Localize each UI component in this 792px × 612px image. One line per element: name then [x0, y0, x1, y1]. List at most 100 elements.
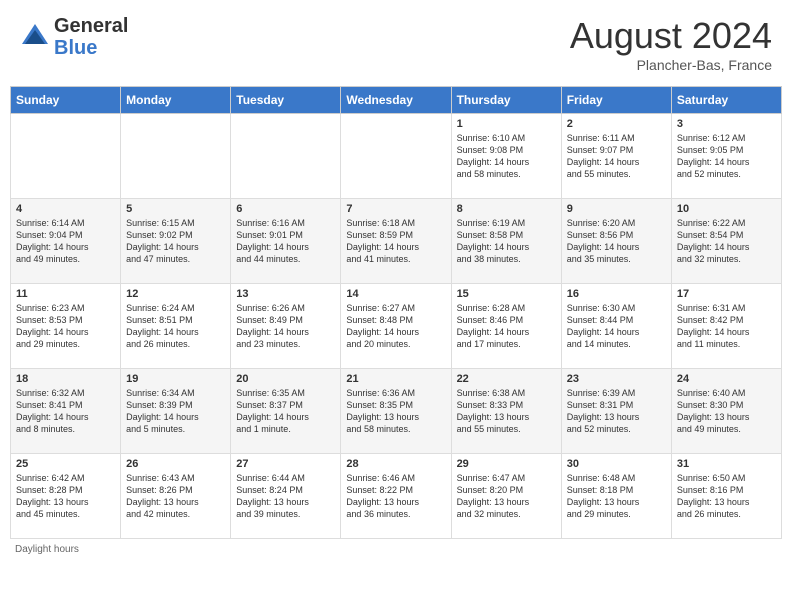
calendar-cell: 31 Sunrise: 6:50 AM Sunset: 8:16 PM Dayli… [671, 454, 781, 539]
calendar-cell: 11 Sunrise: 6:23 AM Sunset: 8:53 PM Dayli… [11, 284, 121, 369]
day-info: Sunrise: 6:39 AM Sunset: 8:31 PM Dayligh… [567, 387, 666, 436]
day-info: Sunrise: 6:26 AM Sunset: 8:49 PM Dayligh… [236, 302, 335, 351]
day-number: 23 [567, 373, 666, 385]
calendar-header-row: SundayMondayTuesdayWednesdayThursdayFrid… [11, 87, 782, 114]
calendar-cell: 1 Sunrise: 6:10 AM Sunset: 9:08 PM Daylig… [451, 114, 561, 199]
day-info: Sunrise: 6:15 AM Sunset: 9:02 PM Dayligh… [126, 217, 225, 266]
day-header-wednesday: Wednesday [341, 87, 451, 114]
day-info: Sunrise: 6:38 AM Sunset: 8:33 PM Dayligh… [457, 387, 556, 436]
day-info: Sunrise: 6:50 AM Sunset: 8:16 PM Dayligh… [677, 472, 776, 521]
day-number: 7 [346, 203, 445, 215]
day-info: Sunrise: 6:46 AM Sunset: 8:22 PM Dayligh… [346, 472, 445, 521]
day-number: 22 [457, 373, 556, 385]
calendar-cell [11, 114, 121, 199]
day-info: Sunrise: 6:34 AM Sunset: 8:39 PM Dayligh… [126, 387, 225, 436]
calendar-cell: 26Sunrise: 6:43 AM Sunset: 8:26 PM Dayli… [121, 454, 231, 539]
day-info: Sunrise: 6:20 AM Sunset: 8:56 PM Dayligh… [567, 217, 666, 266]
day-header-friday: Friday [561, 87, 671, 114]
logo-icon [20, 22, 50, 52]
day-number: 13 [236, 288, 335, 300]
day-info: Sunrise: 6:16 AM Sunset: 9:01 PM Dayligh… [236, 217, 335, 266]
day-info: Sunrise: 6:24 AM Sunset: 8:51 PM Dayligh… [126, 302, 225, 351]
calendar-cell: 29Sunrise: 6:47 AM Sunset: 8:20 PM Dayli… [451, 454, 561, 539]
day-number: 11 [16, 288, 115, 300]
calendar-cell: 28 Sunrise: 6:46 AM Sunset: 8:22 PM Dayli… [341, 454, 451, 539]
calendar-cell: 20 Sunrise: 6:35 AM Sunset: 8:37 PM Dayli… [231, 369, 341, 454]
day-info: Sunrise: 6:14 AM Sunset: 9:04 PM Dayligh… [16, 217, 115, 266]
day-number: 15 [457, 288, 556, 300]
day-header-monday: Monday [121, 87, 231, 114]
day-info: Sunrise: 6:12 AM Sunset: 9:05 PM Dayligh… [677, 132, 776, 181]
day-number: 28 [346, 458, 445, 470]
day-info: Sunrise: 6:43 AM Sunset: 8:26 PM Dayligh… [126, 472, 225, 521]
calendar-week-row: 1 Sunrise: 6:10 AM Sunset: 9:08 PM Daylig… [11, 114, 782, 199]
calendar-cell [121, 114, 231, 199]
calendar-cell: 10 Sunrise: 6:22 AM Sunset: 8:54 PM Dayli… [671, 199, 781, 284]
day-number: 6 [236, 203, 335, 215]
day-info: Sunrise: 6:19 AM Sunset: 8:58 PM Dayligh… [457, 217, 556, 266]
location: Plancher-Bas, France [570, 57, 772, 73]
day-info: Sunrise: 6:40 AM Sunset: 8:30 PM Dayligh… [677, 387, 776, 436]
day-number: 17 [677, 288, 776, 300]
logo: General Blue [20, 15, 128, 59]
calendar-cell: 9 Sunrise: 6:20 AM Sunset: 8:56 PM Daylig… [561, 199, 671, 284]
calendar-cell: 5Sunrise: 6:15 AM Sunset: 9:02 PM Daylig… [121, 199, 231, 284]
day-info: Sunrise: 6:28 AM Sunset: 8:46 PM Dayligh… [457, 302, 556, 351]
day-info: Sunrise: 6:36 AM Sunset: 8:35 PM Dayligh… [346, 387, 445, 436]
day-number: 16 [567, 288, 666, 300]
day-header-sunday: Sunday [11, 87, 121, 114]
day-number: 27 [236, 458, 335, 470]
calendar-cell: 12 Sunrise: 6:24 AM Sunset: 8:51 PM Dayli… [121, 284, 231, 369]
calendar-cell: 19 Sunrise: 6:34 AM Sunset: 8:39 PM Dayli… [121, 369, 231, 454]
calendar-cell: 27Sunrise: 6:44 AM Sunset: 8:24 PM Dayli… [231, 454, 341, 539]
day-info: Sunrise: 6:18 AM Sunset: 8:59 PM Dayligh… [346, 217, 445, 266]
month-title: August 2024 [570, 15, 772, 57]
day-info: Sunrise: 6:10 AM Sunset: 9:08 PM Dayligh… [457, 132, 556, 181]
calendar-cell: 18 Sunrise: 6:32 AM Sunset: 8:41 PM Dayli… [11, 369, 121, 454]
day-info: Sunrise: 6:48 AM Sunset: 8:18 PM Dayligh… [567, 472, 666, 521]
calendar-cell [341, 114, 451, 199]
calendar-cell: 25Sunrise: 6:42 AM Sunset: 8:28 PM Dayli… [11, 454, 121, 539]
logo-blue-text: Blue [54, 37, 128, 59]
calendar-cell: 15 Sunrise: 6:28 AM Sunset: 8:46 PM Dayli… [451, 284, 561, 369]
calendar-cell: 17 Sunrise: 6:31 AM Sunset: 8:42 PM Dayli… [671, 284, 781, 369]
page-header: General Blue August 2024 Plancher-Bas, F… [10, 10, 782, 78]
calendar-cell: 16 Sunrise: 6:30 AM Sunset: 8:44 PM Dayli… [561, 284, 671, 369]
day-info: Sunrise: 6:23 AM Sunset: 8:53 PM Dayligh… [16, 302, 115, 351]
day-info: Sunrise: 6:30 AM Sunset: 8:44 PM Dayligh… [567, 302, 666, 351]
day-number: 1 [457, 118, 556, 130]
day-number: 20 [236, 373, 335, 385]
day-number: 18 [16, 373, 115, 385]
calendar-cell: 14Sunrise: 6:27 AM Sunset: 8:48 PM Dayli… [341, 284, 451, 369]
day-number: 2 [567, 118, 666, 130]
day-info: Sunrise: 6:31 AM Sunset: 8:42 PM Dayligh… [677, 302, 776, 351]
calendar-cell: 6 Sunrise: 6:16 AM Sunset: 9:01 PM Daylig… [231, 199, 341, 284]
day-number: 9 [567, 203, 666, 215]
day-header-tuesday: Tuesday [231, 87, 341, 114]
calendar-week-row: 11 Sunrise: 6:23 AM Sunset: 8:53 PM Dayli… [11, 284, 782, 369]
title-block: August 2024 Plancher-Bas, France [570, 15, 772, 73]
day-info: Sunrise: 6:27 AM Sunset: 8:48 PM Dayligh… [346, 302, 445, 351]
day-number: 24 [677, 373, 776, 385]
day-number: 10 [677, 203, 776, 215]
day-info: Sunrise: 6:42 AM Sunset: 8:28 PM Dayligh… [16, 472, 115, 521]
day-info: Sunrise: 6:35 AM Sunset: 8:37 PM Dayligh… [236, 387, 335, 436]
day-number: 31 [677, 458, 776, 470]
calendar-table: SundayMondayTuesdayWednesdayThursdayFrid… [10, 86, 782, 539]
day-number: 12 [126, 288, 225, 300]
day-info: Sunrise: 6:22 AM Sunset: 8:54 PM Dayligh… [677, 217, 776, 266]
day-info: Sunrise: 6:32 AM Sunset: 8:41 PM Dayligh… [16, 387, 115, 436]
calendar-week-row: 18 Sunrise: 6:32 AM Sunset: 8:41 PM Dayli… [11, 369, 782, 454]
calendar-cell: 3Sunrise: 6:12 AM Sunset: 9:05 PM Daylig… [671, 114, 781, 199]
day-number: 19 [126, 373, 225, 385]
calendar-week-row: 4Sunrise: 6:14 AM Sunset: 9:04 PM Daylig… [11, 199, 782, 284]
calendar-cell [231, 114, 341, 199]
calendar-cell: 2Sunrise: 6:11 AM Sunset: 9:07 PM Daylig… [561, 114, 671, 199]
calendar-cell: 23 Sunrise: 6:39 AM Sunset: 8:31 PM Dayli… [561, 369, 671, 454]
calendar-cell: 4Sunrise: 6:14 AM Sunset: 9:04 PM Daylig… [11, 199, 121, 284]
logo-general-text: General [54, 15, 128, 37]
day-number: 30 [567, 458, 666, 470]
calendar-week-row: 25Sunrise: 6:42 AM Sunset: 8:28 PM Dayli… [11, 454, 782, 539]
calendar-cell: 24 Sunrise: 6:40 AM Sunset: 8:30 PM Dayli… [671, 369, 781, 454]
day-info: Sunrise: 6:47 AM Sunset: 8:20 PM Dayligh… [457, 472, 556, 521]
